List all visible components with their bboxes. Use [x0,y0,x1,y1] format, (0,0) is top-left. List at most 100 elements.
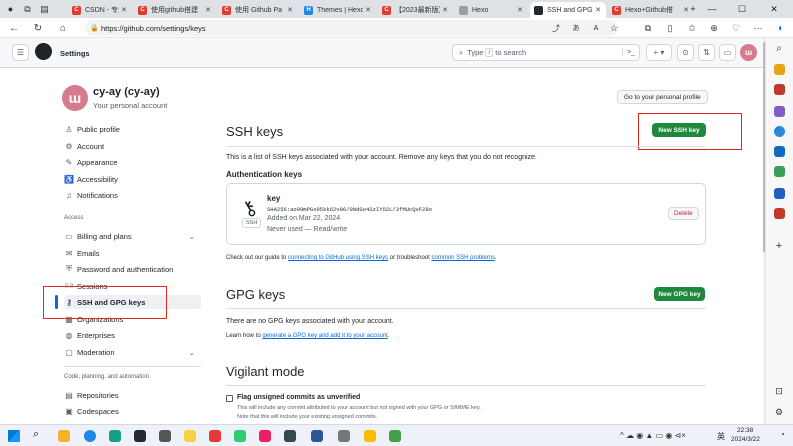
taskbar-app-icon[interactable] [109,430,121,442]
outlook-icon[interactable] [774,146,785,157]
collections-icon[interactable]: ⊕ [706,20,722,36]
hamburger-menu-icon[interactable]: ☰ [12,44,29,61]
browser-tab[interactable]: C 使用github搭建 ✕ [134,2,216,18]
windows-start-icon[interactable] [8,430,20,442]
sidebar-item-emails[interactable]: ✉ Emails [64,246,201,260]
edge-taskbar-icon[interactable] [84,430,96,442]
extensions-icon[interactable]: ⧉ [640,20,656,36]
add-sidebar-app-icon[interactable]: + [771,238,787,254]
taskbar-app-icon[interactable] [234,430,246,442]
drop-icon[interactable] [774,166,785,177]
copilot-icon[interactable]: ◐ [773,20,789,36]
taskbar-app-icon[interactable] [159,430,171,442]
sidebar-item-account[interactable]: ⚙ Account [64,139,201,153]
browser-essentials-icon[interactable]: ♡ [728,20,744,36]
sidebar-app-red-icon[interactable] [774,208,785,219]
search-sidebar-icon[interactable]: ⌕ [771,40,787,56]
browser-tab[interactable]: C CSDN - 专业开发✕ [68,2,132,18]
share-icon[interactable]: ⤴ [548,20,564,36]
browser-tab[interactable]: SSH and GPG k ✕ [530,2,606,18]
sidebar-item-repositories[interactable]: ▤ Repositories [64,388,201,402]
new-gpg-key-button[interactable]: New GPG key [654,287,705,301]
sidebar-item-moderation[interactable]: ▢ Moderation ⌄ [64,345,201,359]
gpg-guide-link[interactable]: generate a GPG key and add it to your ac… [262,333,387,339]
word-icon[interactable] [311,430,323,442]
inbox-icon[interactable]: ▭ [719,44,736,61]
close-tab-icon[interactable]: ✕ [515,6,525,14]
checkbox-label[interactable]: Flag unsigned commits as unverified [237,394,360,401]
create-new-button[interactable]: + ▾ [646,44,672,61]
browser-tab[interactable]: H Themes | Hexo ✕ [300,2,376,18]
sidebar-item-codespaces[interactable]: ▣ Codespaces [64,404,201,418]
close-window-button[interactable]: ✕ [762,0,786,18]
system-tray-icons[interactable]: ^ ☁ ◉ ▲ ▭ ◉ ⊲× [620,431,686,440]
maximize-button[interactable]: ☐ [730,0,754,18]
issues-icon[interactable]: ⊙ [677,44,694,61]
file-explorer-icon[interactable] [58,430,70,442]
clock-time[interactable]: 22:38 [737,427,753,434]
tools-icon[interactable] [774,84,785,95]
user-avatar[interactable]: ɯ [740,44,757,61]
notification-icon[interactable]: ◔ [780,430,785,439]
split-screen-icon[interactable]: ▯ [662,20,678,36]
go-to-profile-button[interactable]: Go to your personal profile [617,90,708,104]
favorites-icon[interactable]: ✩ [684,20,700,36]
github-logo-icon[interactable] [35,43,52,60]
taskbar-app-icon[interactable] [338,430,350,442]
close-tab-icon[interactable]: ✕ [363,6,373,14]
delete-key-button[interactable]: Delete [668,207,699,220]
sidebar-item-notifications[interactable]: ♫ Notifications [64,188,201,202]
chevron-down-icon[interactable]: ⌄ [189,348,195,357]
sidebar-item-appearance[interactable]: ✎ Appearance [64,155,201,169]
taskbar-search-icon[interactable]: ⌕ [33,428,45,440]
chrome-icon[interactable] [364,430,376,442]
command-palette-icon[interactable]: >_ [622,49,635,56]
close-tab-icon[interactable]: ✕ [593,6,603,14]
workspaces-icon[interactable]: ⧉ [21,3,34,16]
ssh-troubleshoot-link[interactable]: common SSH problems [431,255,494,261]
sidebar-item-enterprises[interactable]: ◍ Enterprises [64,328,201,342]
powerpoint-icon[interactable] [259,430,271,442]
browser-tab[interactable]: C 使用 Github Pa ✕ [218,2,298,18]
office-icon[interactable] [774,126,785,137]
unsigned-commits-checkbox[interactable] [226,395,233,402]
page-scrollbar[interactable] [763,38,765,424]
taskbar-app-icon[interactable] [134,430,146,442]
hide-sidebar-icon[interactable]: ⊡ [771,383,787,399]
tab-actions-icon[interactable]: ▤ [38,3,51,16]
search-input[interactable]: ⌕ Type / to search >_ [452,44,640,61]
translate-icon[interactable]: あ [568,20,584,36]
back-icon[interactable]: ← [6,20,22,36]
chevron-down-icon[interactable]: ⌄ [189,232,195,241]
minimize-button[interactable]: — [700,0,724,18]
browser-tab[interactable]: C Hexo+Github搭 ✕ [608,2,694,18]
url-input[interactable]: 🔒 https://github.com/settings/keys [85,20,618,36]
input-language[interactable]: 英 [717,431,725,442]
sidebar-app-icon[interactable] [774,188,785,199]
taskbar-app-icon[interactable] [284,430,296,442]
more-menu-icon[interactable]: ⋯ [750,20,766,36]
profile-icon[interactable]: ● [4,3,17,16]
sidebar-settings-icon[interactable]: ⚙ [771,404,787,420]
ssh-guide-link[interactable]: connecting to GitHub using SSH keys [288,255,388,261]
close-tab-icon[interactable]: ✕ [285,6,295,14]
close-tab-icon[interactable]: ✕ [440,6,450,14]
sidebar-item-password-and-authentication[interactable]: ⛨ Password and authentication [64,262,201,276]
shopping-icon[interactable] [774,64,785,75]
wps-icon[interactable] [209,430,221,442]
refresh-icon[interactable]: ↻ [30,20,46,36]
sidebar-item-billing-and-plans[interactable]: ▭ Billing and plans ⌄ [64,229,201,243]
read-aloud-icon[interactable]: A [588,20,604,36]
new-tab-button[interactable]: + [686,0,700,18]
browser-tab[interactable]: C 【2023最新版】✕ [378,2,453,18]
sidebar-item-public-profile[interactable]: ♙ Public profile [64,122,201,136]
taskbar-app-icon[interactable] [389,430,401,442]
browser-tab[interactable]: Hexo ✕ [455,2,528,18]
games-icon[interactable] [774,106,785,117]
pull-requests-icon[interactable]: ⇅ [698,44,715,61]
favorite-star-icon[interactable]: ☆ [606,20,622,36]
clock-date[interactable]: 2024/3/22 [731,436,760,443]
close-tab-icon[interactable]: ✕ [203,6,213,14]
home-icon[interactable]: ⌂ [55,20,71,36]
taskbar-app-icon[interactable] [184,430,196,442]
